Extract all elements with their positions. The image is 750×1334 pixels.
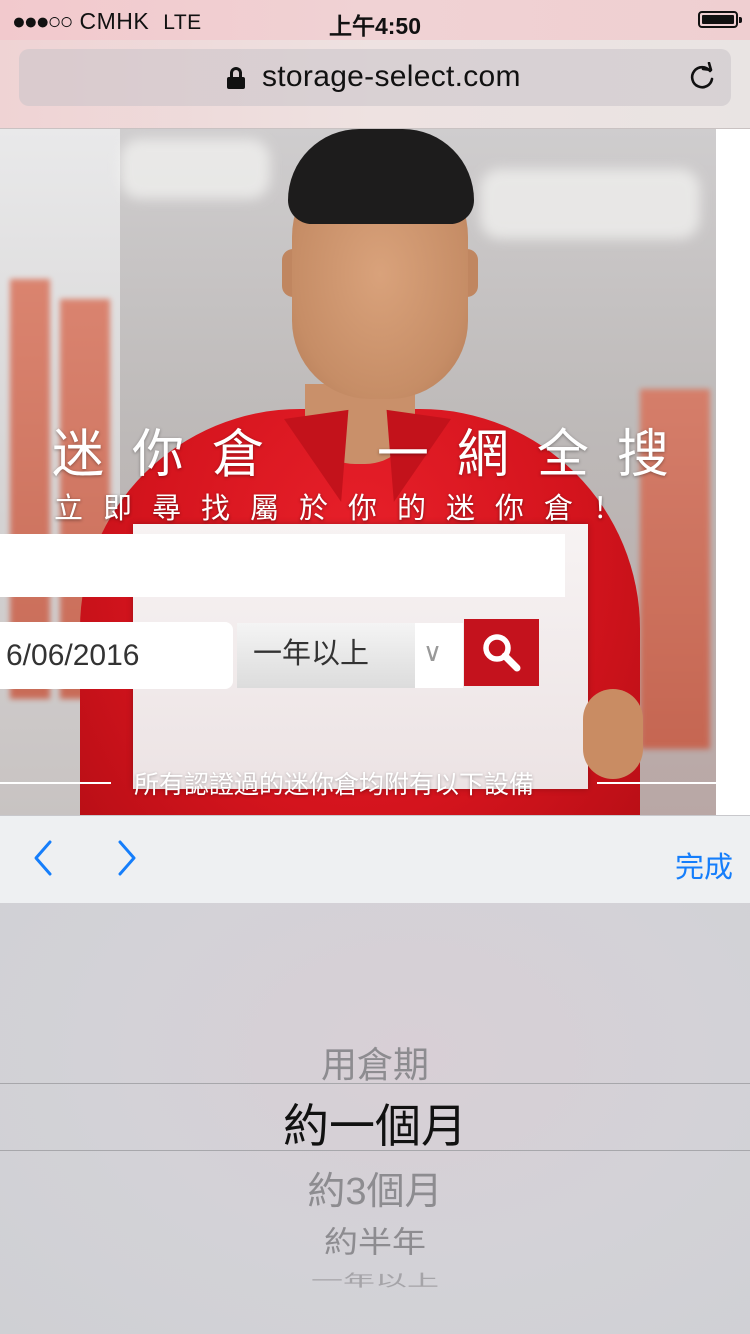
address-bar[interactable]: storage-select.com — [19, 49, 731, 106]
person-hand — [583, 689, 643, 779]
ceiling-light — [480, 169, 700, 239]
picker-option[interactable]: 約3個月 — [0, 1160, 750, 1215]
hero-headline: 迷你倉 一網全搜 — [52, 426, 697, 484]
previous-field-button[interactable] — [28, 838, 58, 878]
picker-option[interactable]: 用倉期 — [0, 1036, 750, 1088]
ceiling-light — [120, 139, 270, 199]
keyboard-accessory-bar: 完成 — [0, 815, 750, 904]
equipment-heading: 所有認證過的迷你倉均附有以下設備 — [134, 771, 535, 799]
date-field[interactable]: 6/06/2016 — [0, 622, 233, 689]
duration-select[interactable]: 一年以上 ∨ — [237, 623, 463, 688]
browser-toolbar: storage-select.com — [0, 40, 750, 129]
duration-select-value: 一年以上 — [237, 623, 415, 688]
picker-option[interactable]: 一年以上 — [0, 1268, 750, 1291]
status-time: 上午4:50 — [328, 13, 422, 39]
url-text: storage-select.com — [262, 60, 521, 93]
picker-option-selected[interactable]: 約一個月 — [0, 1090, 750, 1156]
next-field-button[interactable] — [112, 838, 142, 878]
duration-picker[interactable]: 用倉期 約一個月 約3個月 約半年 一年以上 — [0, 903, 750, 1334]
divider-line — [597, 782, 716, 784]
page-margin — [716, 129, 750, 815]
chevron-down-icon: ∨ — [423, 637, 443, 667]
search-button[interactable] — [464, 619, 539, 686]
search-icon — [483, 634, 521, 672]
hero-banner: 迷你倉 一網全搜 立即尋找屬於你的迷你倉！ 6/06/2016 一年以上 ∨ 所… — [0, 129, 716, 815]
divider-line — [0, 782, 111, 784]
location-search-input[interactable] — [0, 534, 565, 597]
person-hair — [288, 129, 474, 224]
lock-icon — [227, 67, 245, 89]
picker-option[interactable]: 約半年 — [0, 1218, 750, 1261]
status-bar: ●●●○○ CMHK LTE 上午4:50 — [0, 0, 750, 40]
reload-icon[interactable] — [687, 62, 717, 92]
hero-subheadline: 立即尋找屬於你的迷你倉！ — [54, 493, 643, 525]
battery-icon — [698, 11, 742, 28]
done-button[interactable]: 完成 — [675, 844, 733, 886]
